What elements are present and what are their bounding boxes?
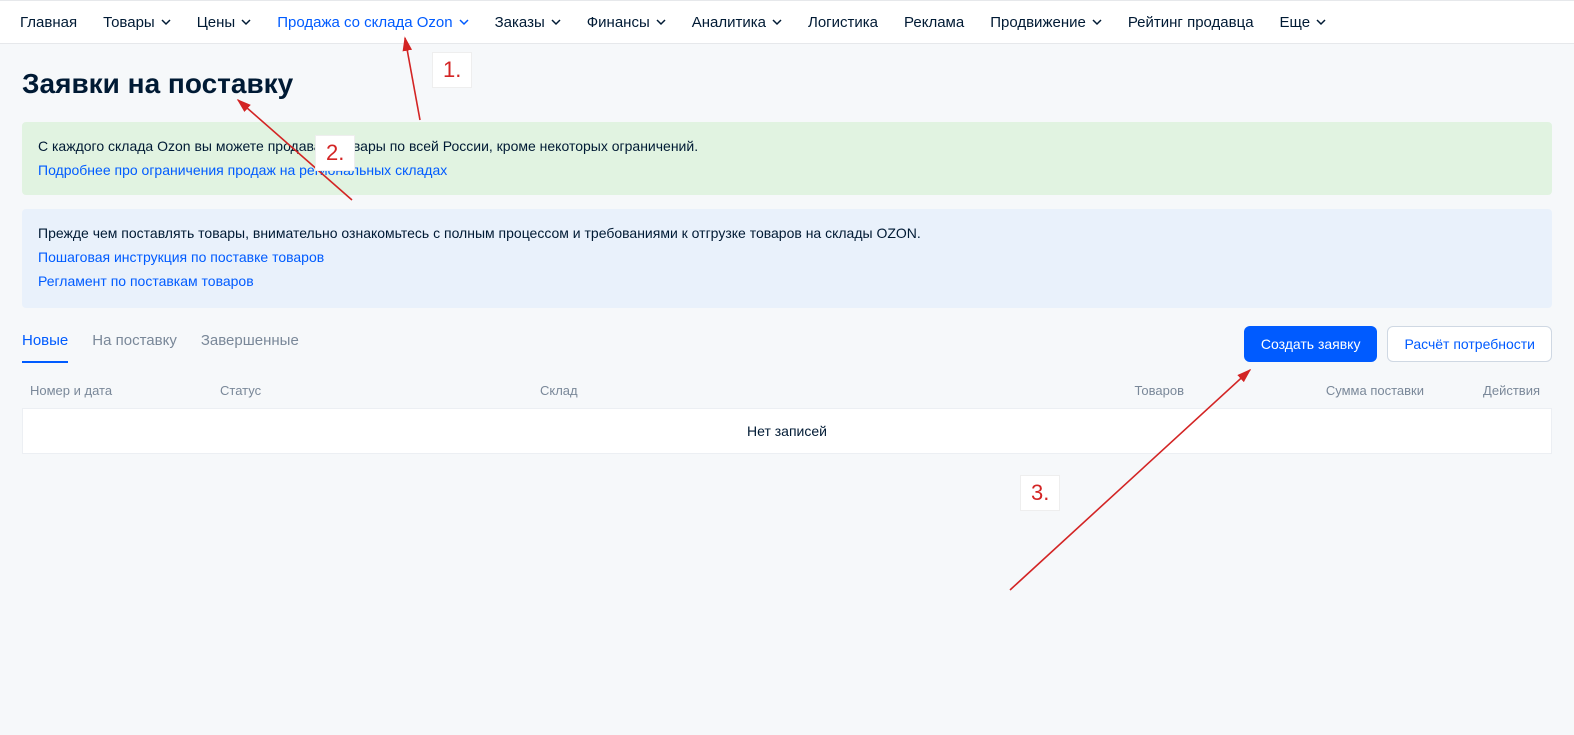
nav-item-3[interactable]: Продажа со склада Ozon	[277, 14, 468, 31]
info-banner-blue: Прежде чем поставлять товары, внимательн…	[22, 209, 1552, 308]
info-banner-green: С каждого склада Ozon вы можете продават…	[22, 122, 1552, 195]
nav-item-label: Финансы	[587, 14, 650, 31]
calc-demand-button[interactable]: Расчёт потребности	[1387, 326, 1552, 362]
tab-0[interactable]: Новые	[22, 324, 68, 363]
requests-table: Номер и дата Статус Склад Товаров Сумма …	[22, 373, 1552, 454]
regulations-link[interactable]: Регламент по поставкам товаров	[38, 271, 254, 293]
nav-item-5[interactable]: Финансы	[587, 14, 666, 31]
tabs: Новые На поставку Завершенные	[22, 324, 299, 363]
page-title: Заявки на поставку	[22, 68, 1552, 100]
tab-1[interactable]: На поставку	[92, 324, 177, 363]
chevron-down-icon	[1316, 17, 1326, 27]
nav-item-label: Заказы	[495, 14, 545, 31]
chevron-down-icon	[656, 17, 666, 27]
toolbar: Новые На поставку Завершенные Создать заяв…	[22, 324, 1552, 363]
tab-2[interactable]: Завершенные	[201, 324, 299, 363]
nav-item-2[interactable]: Цены	[197, 14, 252, 31]
page-content: Заявки на поставку С каждого склада Ozon…	[0, 44, 1574, 454]
th-goods: Товаров	[860, 383, 1224, 398]
nav-item-0[interactable]: Главная	[20, 14, 77, 31]
table-empty-message: Нет записей	[22, 408, 1552, 454]
nav-item-10[interactable]: Рейтинг продавца	[1128, 14, 1254, 31]
info-banner-text: Прежде чем поставлять товары, внимательн…	[38, 223, 1536, 245]
th-status: Статус	[220, 383, 540, 398]
chevron-down-icon	[161, 17, 171, 27]
nav-item-label: Продвижение	[990, 14, 1086, 31]
nav-item-label: Рейтинг продавца	[1128, 14, 1254, 31]
nav-item-label: Продажа со склада Ozon	[277, 14, 452, 31]
th-warehouse: Склад	[540, 383, 860, 398]
nav-item-label: Главная	[20, 14, 77, 31]
instructions-link[interactable]: Пошаговая инструкция по поставке товаров	[38, 247, 324, 269]
chevron-down-icon	[772, 17, 782, 27]
info-banner-text: С каждого склада Ozon вы можете продават…	[38, 136, 1536, 158]
chevron-down-icon	[459, 17, 469, 27]
chevron-down-icon	[1092, 17, 1102, 27]
nav-item-label: Цены	[197, 14, 236, 31]
nav-item-label: Аналитика	[692, 14, 766, 31]
nav-item-label: Еще	[1280, 14, 1311, 31]
nav-item-label: Логистика	[808, 14, 878, 31]
top-nav: Главная Товары Цены Продажа со склада Ozon З…	[0, 0, 1574, 44]
th-sum: Сумма поставки	[1224, 383, 1424, 398]
annotation-3: 3.	[1020, 475, 1060, 511]
th-actions: Действия	[1424, 383, 1544, 398]
create-request-button[interactable]: Создать заявку	[1244, 326, 1378, 362]
nav-item-11[interactable]: Еще	[1280, 14, 1327, 31]
nav-item-8[interactable]: Реклама	[904, 14, 964, 31]
chevron-down-icon	[551, 17, 561, 27]
nav-item-label: Реклама	[904, 14, 964, 31]
nav-item-1[interactable]: Товары	[103, 14, 171, 31]
nav-item-label: Товары	[103, 14, 155, 31]
th-number-date: Номер и дата	[30, 383, 220, 398]
table-header: Номер и дата Статус Склад Товаров Сумма …	[22, 373, 1552, 408]
nav-item-9[interactable]: Продвижение	[990, 14, 1102, 31]
nav-item-7[interactable]: Логистика	[808, 14, 878, 31]
toolbar-actions: Создать заявку Расчёт потребности	[1244, 326, 1552, 362]
chevron-down-icon	[241, 17, 251, 27]
nav-item-6[interactable]: Аналитика	[692, 14, 782, 31]
nav-item-4[interactable]: Заказы	[495, 14, 561, 31]
info-banner-link[interactable]: Подробнее про ограничения продаж на реги…	[38, 160, 447, 182]
